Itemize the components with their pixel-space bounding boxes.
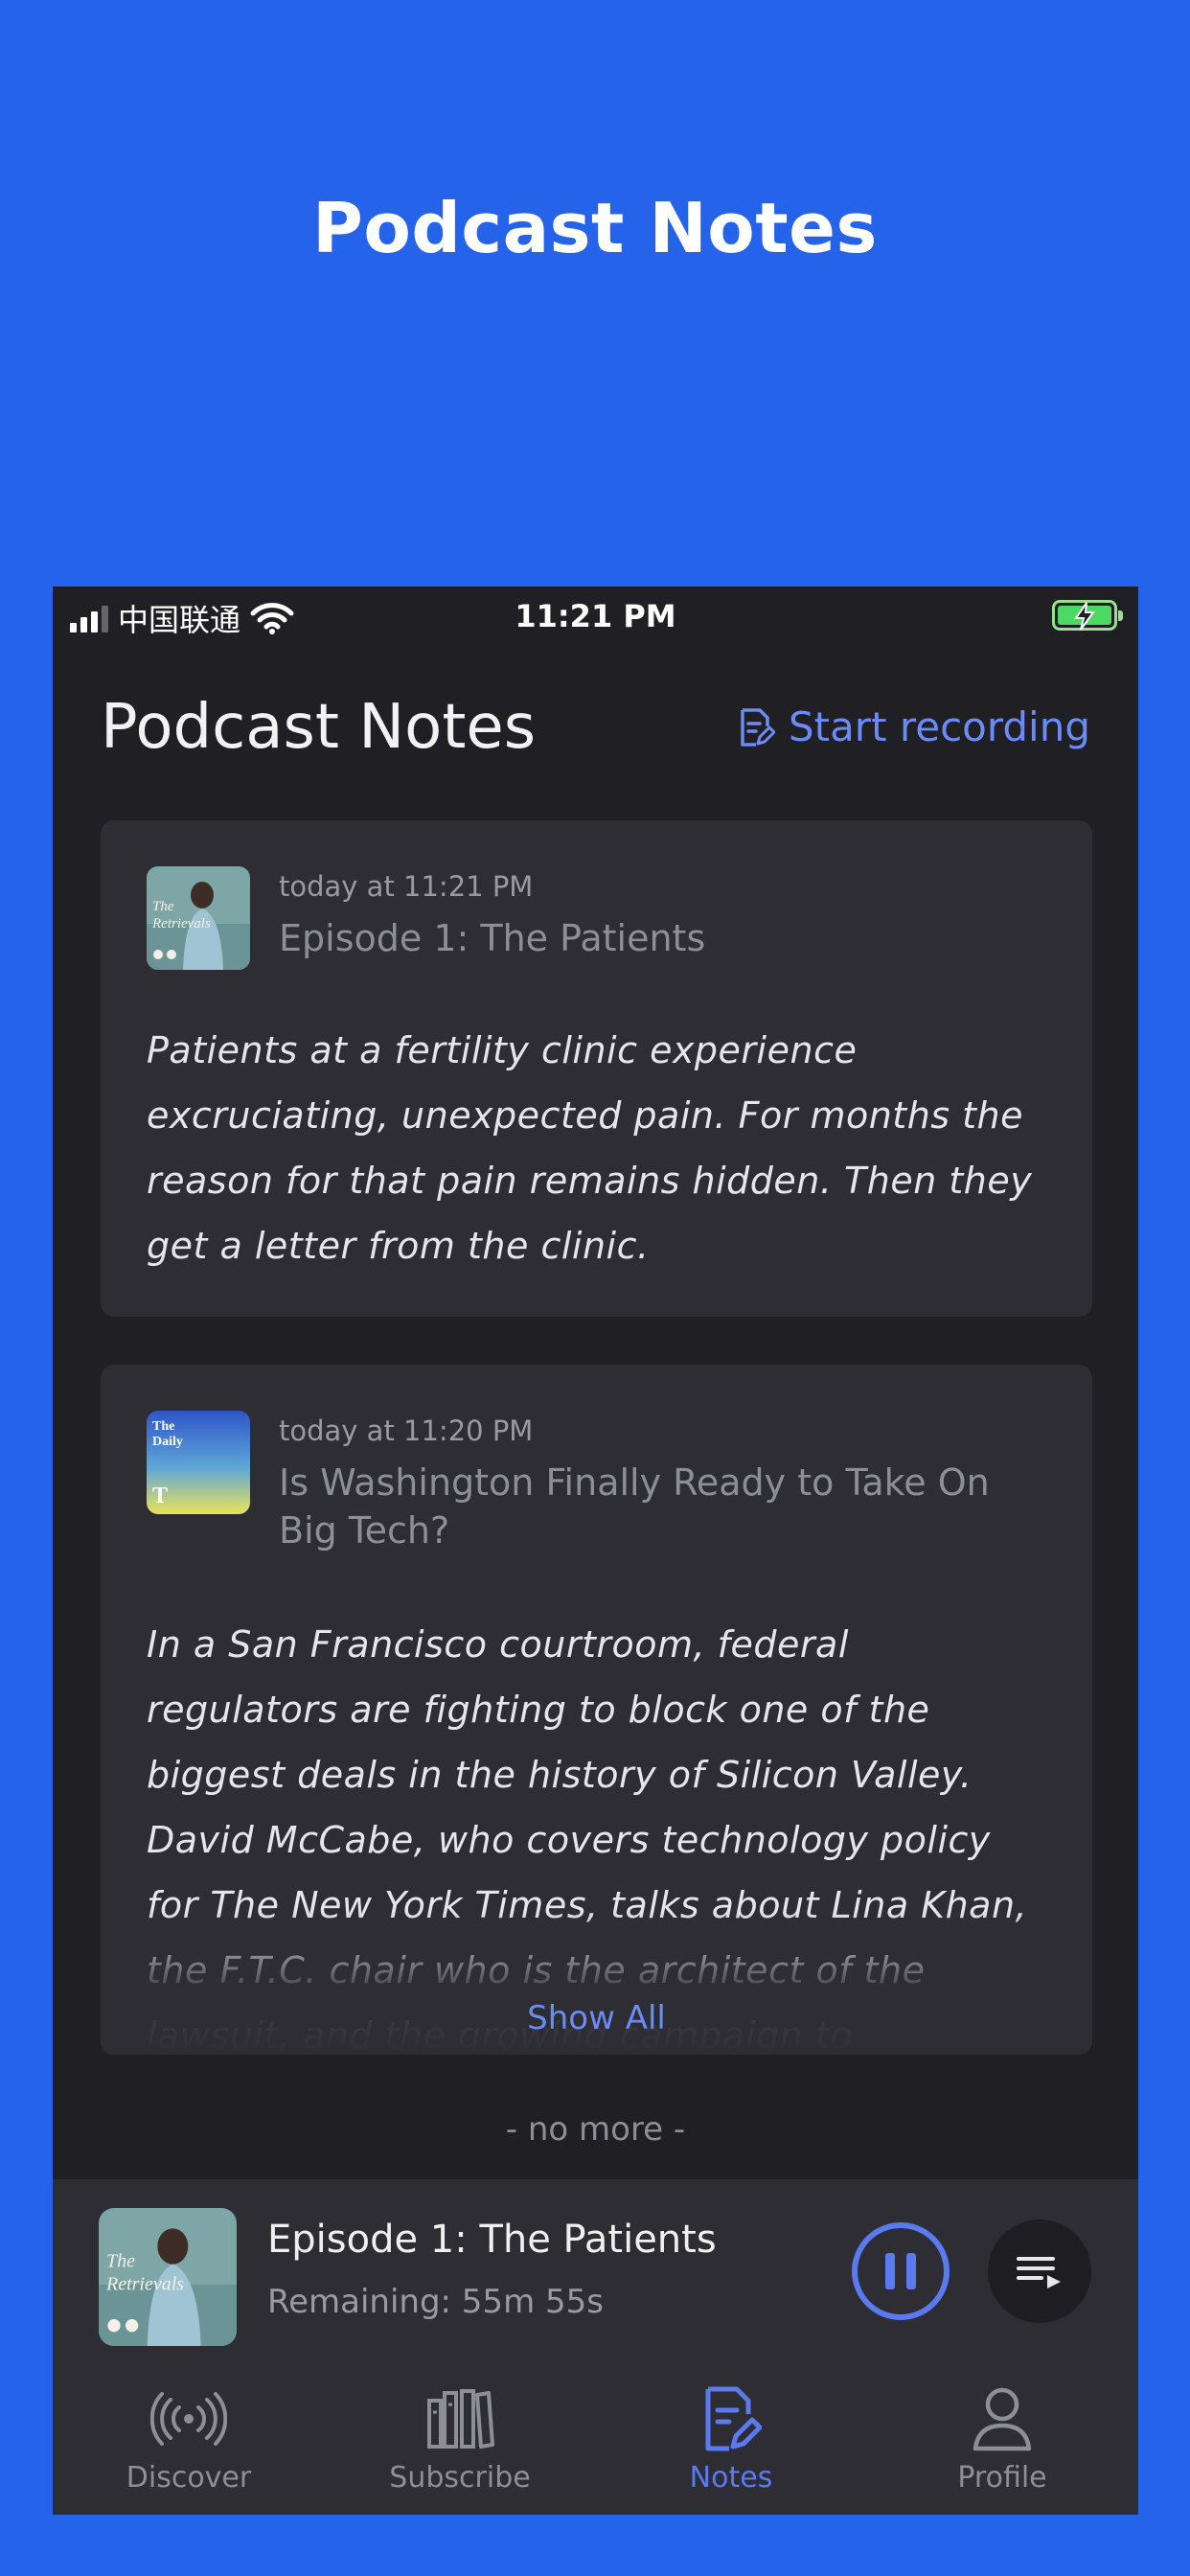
tab-label: Notes xyxy=(689,2461,773,2495)
svg-text:Retrievals: Retrievals xyxy=(105,2273,184,2294)
notes-icon xyxy=(705,2386,762,2451)
person-icon xyxy=(973,2387,1032,2451)
tab-subscribe[interactable]: Subscribe xyxy=(364,2380,556,2495)
phone-screen: 中国联通 11:21 PM Podcast Notes Start record… xyxy=(53,586,1138,2515)
library-icon xyxy=(427,2389,494,2449)
tab-label: Subscribe xyxy=(389,2461,531,2495)
mini-player[interactable]: The Retrievals Episode 1: The Patients R… xyxy=(53,2179,1138,2371)
edit-note-icon xyxy=(741,707,775,747)
note-episode-title: Is Washington Finally Ready to Take On B… xyxy=(279,1461,990,1552)
hero-title: Podcast Notes xyxy=(312,188,878,268)
show-all-link[interactable]: Show All xyxy=(101,1999,1092,2037)
pause-button[interactable] xyxy=(852,2222,950,2320)
tab-bar: Discover Subscribe Notes Profile xyxy=(53,2371,1138,2515)
svg-text:Daily: Daily xyxy=(152,1435,183,1449)
svg-text:The: The xyxy=(152,899,174,914)
status-bar: 中国联通 11:21 PM xyxy=(53,586,1138,646)
playlist-button[interactable] xyxy=(988,2220,1091,2323)
start-recording-button[interactable]: Start recording xyxy=(737,703,1090,750)
tab-discover[interactable]: Discover xyxy=(93,2380,285,2495)
note-card[interactable]: The Daily T today at 11:20 PM Is Washing… xyxy=(101,1365,1092,2055)
status-time: 11:21 PM xyxy=(515,598,676,634)
note-card[interactable]: The Retrievals today at 11:21 PM Episode… xyxy=(101,820,1092,1317)
pause-icon xyxy=(885,2253,895,2289)
now-playing-title: Episode 1: The Patients xyxy=(267,2218,717,2262)
remaining-time: Remaining: 55m 55s xyxy=(267,2283,604,2321)
broadcast-icon xyxy=(150,2392,227,2446)
svg-text:The: The xyxy=(152,1419,174,1434)
svg-text:T: T xyxy=(152,1484,168,1508)
battery-icon xyxy=(1052,600,1123,631)
tab-profile[interactable]: Profile xyxy=(906,2380,1098,2495)
tab-label: Profile xyxy=(957,2461,1047,2495)
tab-notes[interactable]: Notes xyxy=(635,2380,827,2495)
now-playing-artwork: The Retrievals xyxy=(99,2208,237,2346)
list-end-label: - no more - xyxy=(505,2110,686,2149)
podcast-artwork: The Retrievals xyxy=(147,866,250,970)
page-title: Podcast Notes xyxy=(101,692,537,763)
tab-label: Discover xyxy=(126,2461,252,2495)
svg-text:The: The xyxy=(106,2250,135,2271)
playlist-icon xyxy=(1017,2257,1061,2288)
svg-text:Retrievals: Retrievals xyxy=(151,916,211,932)
podcast-artwork: The Daily T xyxy=(147,1411,250,1514)
start-recording-label: Start recording xyxy=(788,703,1090,750)
note-timestamp: today at 11:20 PM xyxy=(279,1414,534,1447)
note-episode-title: Episode 1: The Patients xyxy=(279,917,706,959)
note-timestamp: today at 11:21 PM xyxy=(279,870,534,903)
note-body: Patients at a fertility clinic experienc… xyxy=(147,1029,1033,1267)
